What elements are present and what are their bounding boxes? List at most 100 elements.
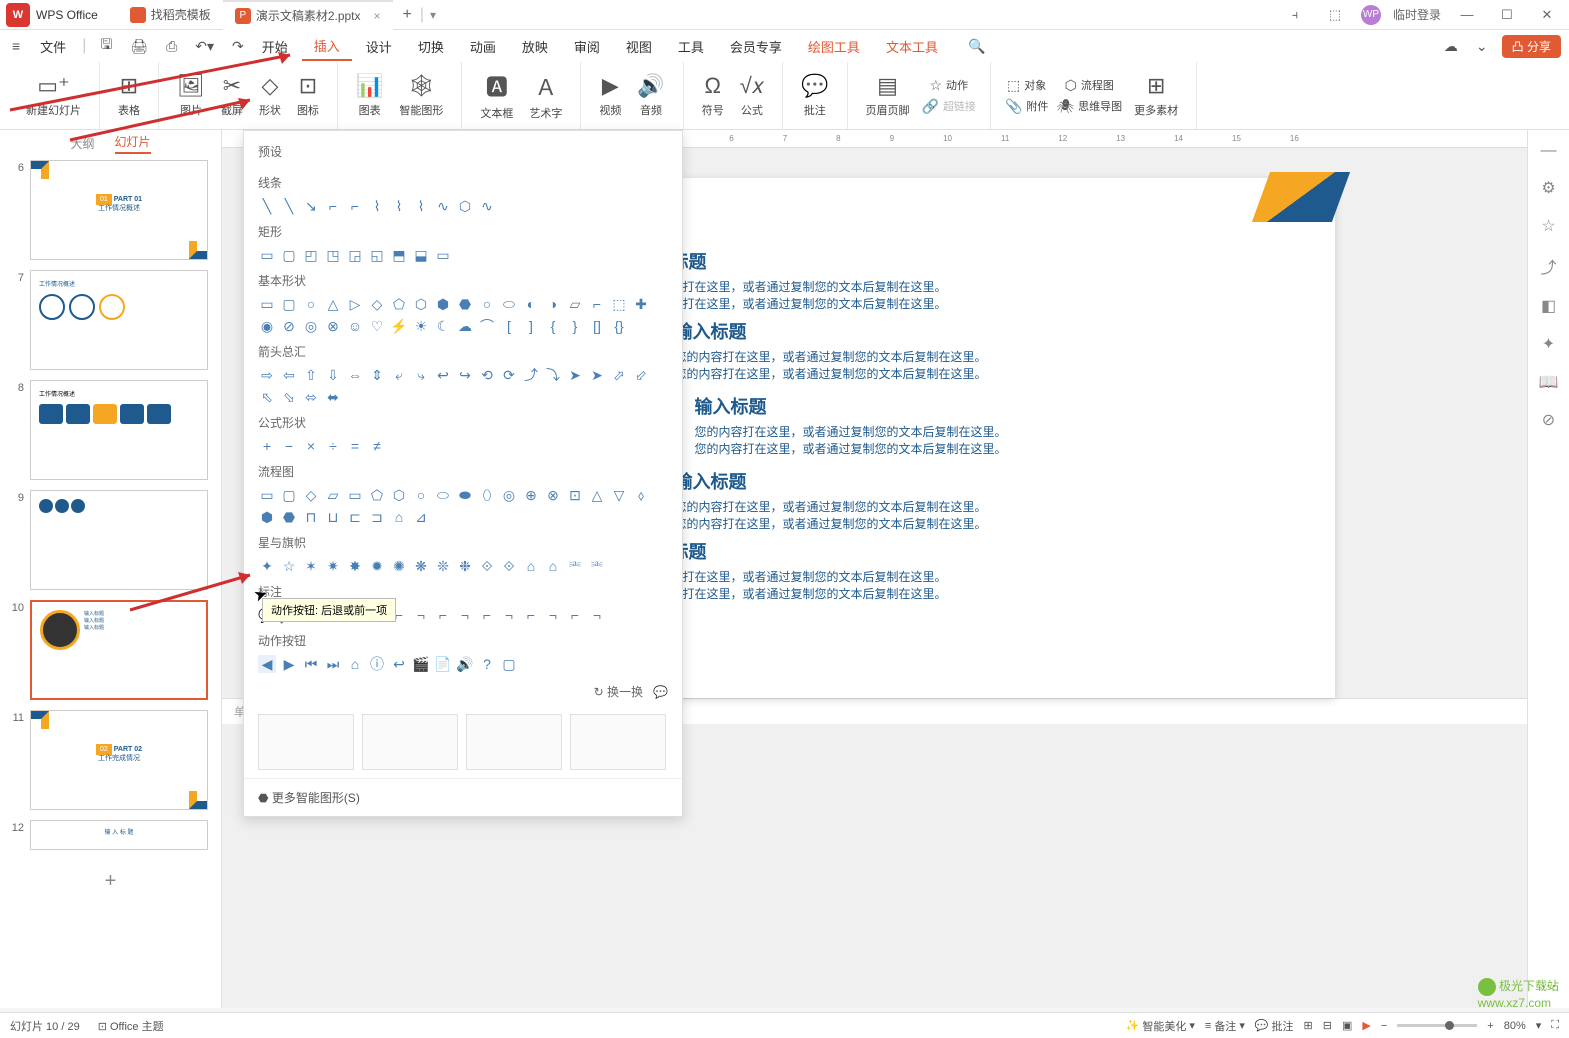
login-label[interactable]: 临时登录 <box>1393 6 1441 23</box>
arrow-shape[interactable]: ⇦ <box>280 366 298 384</box>
callout-shape[interactable]: ⌐ <box>522 606 540 624</box>
shape[interactable]: ○ <box>478 295 496 313</box>
flow-shape[interactable]: ⬨ <box>632 486 650 504</box>
arrow-shape[interactable]: ⤶ <box>390 366 408 384</box>
flow-shape[interactable]: ⊔ <box>324 508 342 526</box>
action-doc-shape[interactable]: 📄 <box>434 655 452 673</box>
collapse-icon[interactable]: ⌄ <box>1472 36 1492 57</box>
callout-shape[interactable]: ⌐ <box>434 606 452 624</box>
flowchart-button[interactable]: ⬡流程图 <box>1052 76 1126 95</box>
eq-shape[interactable]: − <box>280 437 298 455</box>
wordart-button[interactable]: Ａ艺术字 <box>521 68 570 123</box>
shape[interactable]: ⬡ <box>412 295 430 313</box>
beautify-button[interactable]: ✨ 智能美化 ▾ <box>1126 1018 1195 1034</box>
shape[interactable]: ☀ <box>412 317 430 335</box>
shape[interactable]: ⬠ <box>390 295 408 313</box>
arrow-shape[interactable]: ➤ <box>588 366 606 384</box>
arrow-shape[interactable]: ⟳ <box>500 366 518 384</box>
chat-icon[interactable]: 💬 <box>653 685 668 699</box>
template-thumb[interactable] <box>362 714 458 770</box>
shape[interactable]: ○ <box>302 295 320 313</box>
tab-templates[interactable]: 找稻壳模板 <box>118 0 223 30</box>
maximize-button[interactable]: ☐ <box>1493 7 1521 23</box>
flow-shape[interactable]: ◎ <box>500 486 518 504</box>
view-normal-icon[interactable]: ⊞ <box>1304 1019 1313 1032</box>
flow-shape[interactable]: ○ <box>412 486 430 504</box>
slide-thumb-6[interactable]: 01 PART 01工作情况概述 <box>30 160 208 260</box>
flow-shape[interactable]: ⬭ <box>434 486 452 504</box>
freeform-shape[interactable]: ⬡ <box>456 197 474 215</box>
book-icon[interactable]: ⫞ <box>1281 7 1309 23</box>
shape[interactable]: ] <box>522 317 540 335</box>
star-shape[interactable]: ✷ <box>324 557 342 575</box>
sparkle-icon[interactable]: ✦ <box>1542 334 1555 354</box>
smartart-button[interactable]: 🕸智能图形 <box>391 71 451 120</box>
rect-shape[interactable]: ◳ <box>324 246 342 264</box>
slide-thumb-8[interactable]: 工作情况概述 <box>30 380 208 480</box>
template-thumb[interactable] <box>570 714 666 770</box>
mindmap-button[interactable]: 🕷思维导图 <box>1052 97 1126 116</box>
minus-icon[interactable]: — <box>1541 142 1557 160</box>
star-shape[interactable]: ✺ <box>390 557 408 575</box>
action-end-shape[interactable]: ⏭ <box>324 655 342 673</box>
shape[interactable]: {} <box>610 317 628 335</box>
action-info-shape[interactable]: ⓘ <box>368 655 386 673</box>
callout-shape[interactable]: ¬ <box>500 606 518 624</box>
arrow-shape[interactable]: ⇨ <box>258 366 276 384</box>
rect-shape[interactable]: ◰ <box>302 246 320 264</box>
flow-shape[interactable]: ⬢ <box>258 508 276 526</box>
arrow-shape[interactable]: ⬁ <box>258 388 276 406</box>
hyperlink-button[interactable]: 🔗超链接 <box>918 97 980 116</box>
callout-shape[interactable]: ¬ <box>456 606 474 624</box>
equation-button[interactable]: √𝑥公式 <box>732 71 772 120</box>
zoom-in-button[interactable]: + <box>1487 1020 1493 1032</box>
textbox-button[interactable]: 🅰文本框 <box>472 68 521 123</box>
share-button[interactable]: 凸 分享 <box>1502 35 1561 58</box>
star-shape[interactable]: ✸ <box>346 557 364 575</box>
user-avatar[interactable]: WP <box>1361 5 1381 25</box>
comments-button[interactable]: 💬 批注 <box>1255 1018 1294 1034</box>
export-icon[interactable]: ⤴ <box>1540 254 1556 278</box>
shape[interactable]: ◇ <box>368 295 386 313</box>
arrow-shape[interactable]: ⬀ <box>610 366 628 384</box>
shape[interactable]: ♡ <box>368 317 386 335</box>
flow-shape[interactable]: ⊐ <box>368 508 386 526</box>
zoom-out-button[interactable]: − <box>1381 1020 1387 1032</box>
menu-slideshow[interactable]: 放映 <box>510 33 560 60</box>
shape[interactable]: ⬭ <box>500 295 518 313</box>
shape[interactable]: ⬢ <box>434 295 452 313</box>
line-shape[interactable]: ⌇ <box>368 197 386 215</box>
action-movie-shape[interactable]: 🎬 <box>412 655 430 673</box>
template-thumb[interactable] <box>466 714 562 770</box>
flow-shape[interactable]: ⊗ <box>544 486 562 504</box>
menu-member[interactable]: 会员专享 <box>718 33 794 60</box>
help-icon[interactable]: ⊘ <box>1542 410 1555 430</box>
line-shape[interactable]: ⌐ <box>324 197 342 215</box>
cloud-icon[interactable]: ☁ <box>1440 36 1462 57</box>
action-help-shape[interactable]: ? <box>478 655 496 673</box>
shape[interactable]: ☾ <box>434 317 452 335</box>
view-reading-icon[interactable]: ▣ <box>1342 1019 1352 1032</box>
banner-shape[interactable]: ⟐ <box>478 557 496 575</box>
line-shape[interactable]: ⌇ <box>390 197 408 215</box>
action-button[interactable]: ☆动作 <box>918 76 980 95</box>
shape[interactable]: ✚ <box>632 295 650 313</box>
star-shape[interactable]: ✹ <box>368 557 386 575</box>
slide-panel[interactable]: 6 01 PART 01工作情况概述 7 工作情况概述 8 工作情况概述 9 1… <box>0 156 222 907</box>
flow-shape[interactable]: ▢ <box>280 486 298 504</box>
flow-shape[interactable]: ⬣ <box>280 508 298 526</box>
flow-shape[interactable]: ▭ <box>258 486 276 504</box>
line-shape[interactable]: ⌐ <box>346 197 364 215</box>
tool-icon[interactable]: ◧ <box>1541 296 1556 316</box>
arrow-shape[interactable]: ⤴ <box>522 366 540 384</box>
menu-animation[interactable]: 动画 <box>458 33 508 60</box>
object-button[interactable]: ⬚对象 <box>1001 76 1052 95</box>
close-button[interactable]: ✕ <box>1533 7 1561 23</box>
arrow-shape[interactable]: ↩ <box>434 366 452 384</box>
zoom-dropdown-icon[interactable]: ▾ <box>1536 1019 1542 1032</box>
template-thumb[interactable] <box>258 714 354 770</box>
action-return-shape[interactable]: ↩ <box>390 655 408 673</box>
shape[interactable]: ⊘ <box>280 317 298 335</box>
zoom-slider[interactable] <box>1397 1024 1477 1027</box>
curve-shape[interactable]: ∿ <box>434 197 452 215</box>
